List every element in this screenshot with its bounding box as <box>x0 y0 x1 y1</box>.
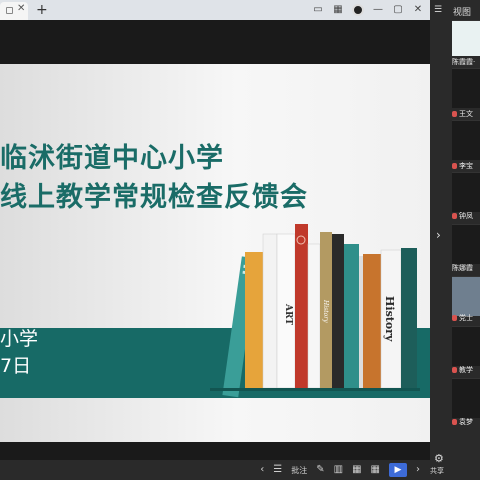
layout-icon[interactable]: ▭ <box>312 4 324 16</box>
new-tab-button[interactable]: + <box>36 2 48 18</box>
participant-tile[interactable] <box>452 20 480 56</box>
participant-name: 陈霞霞· <box>452 58 476 66</box>
participant-tile[interactable] <box>452 326 480 366</box>
maximize-icon[interactable]: ▢ <box>392 4 404 16</box>
book-spine <box>401 248 417 388</box>
annotate-button[interactable]: 批注 <box>291 465 307 476</box>
grid-view-icon[interactable]: ▦ <box>352 463 361 477</box>
book-spine <box>245 252 263 388</box>
participant-name: 袁梦 <box>452 416 480 428</box>
sidebar-header: ☰ 视图 <box>430 0 480 20</box>
close-tab-icon[interactable]: ✕ <box>17 3 25 14</box>
book-label-history: History <box>383 296 396 342</box>
grid-icon[interactable]: ▦ <box>332 4 344 16</box>
meeting-app: ✕ + ▭ ▦ — ▢ ✕ 临沭街道中心小学 线上教学常规检查反馈会 小学 7日 <box>0 0 480 480</box>
prev-page-button[interactable]: ‹ <box>260 463 264 477</box>
close-window-icon[interactable]: ✕ <box>412 4 424 16</box>
layout-view-icon[interactable]: ▥ <box>334 463 343 477</box>
book-spine <box>262 233 278 389</box>
mic-muted-icon <box>452 367 457 373</box>
book-spine <box>307 243 321 389</box>
participant-name: 教学 <box>452 364 480 376</box>
play-button[interactable]: ▶ <box>389 463 407 477</box>
participant-name: 王文 <box>452 108 480 120</box>
book-label-history-small: History <box>322 299 329 323</box>
next-page-button[interactable]: › <box>416 463 420 477</box>
participant-name: 陈娜霞 <box>452 264 473 272</box>
book-spine <box>363 254 381 388</box>
slide-school-text: 小学 <box>0 328 39 350</box>
participant-name: 李宝 <box>452 160 480 172</box>
mic-muted-icon <box>452 111 457 117</box>
participant-tile[interactable] <box>452 68 480 108</box>
book-spine <box>344 244 359 388</box>
menu-icon[interactable]: ☰ <box>434 5 442 15</box>
participant-tile[interactable] <box>452 378 480 418</box>
slide-date-text: 7日 <box>0 355 32 377</box>
book-label-art: ART <box>283 303 293 325</box>
participant-name: 钟凤 <box>452 210 480 222</box>
participant-name: 党士 <box>452 312 480 324</box>
slide-title-line1: 临沭街道中心小学 <box>0 143 224 174</box>
browser-tab-bar: ✕ + ▭ ▦ — ▢ ✕ <box>0 0 430 20</box>
book-spine <box>332 234 344 388</box>
view-button[interactable]: 视图 <box>453 5 471 18</box>
grid-view-icon-2[interactable]: ▦ <box>371 463 380 477</box>
tab-favicon-icon <box>6 7 13 14</box>
mic-muted-icon <box>452 315 457 321</box>
participant-video-tile[interactable] <box>452 276 480 316</box>
presentation-toolbar: ‹ ☰ 批注 ✎ ▥ ▦ ▦ ▶ › <box>0 460 430 480</box>
presentation-slide: 临沭街道中心小学 线上教学常规检查反馈会 小学 7日 ART History H… <box>0 64 430 442</box>
books-illustration: ART History History <box>210 224 420 398</box>
page-list-icon[interactable]: ☰ <box>273 463 282 477</box>
minimize-icon[interactable]: — <box>372 4 384 16</box>
mic-muted-icon <box>452 419 457 425</box>
user-avatar[interactable] <box>352 4 364 16</box>
collapse-sidebar-icon[interactable]: › <box>436 228 441 242</box>
settings-gear-icon[interactable]: ⚙ <box>434 452 444 465</box>
sidebar-bottom-label[interactable]: 共享 <box>430 466 444 476</box>
annotate-tools-icon[interactable]: ✎ <box>316 463 324 477</box>
participant-tile[interactable] <box>452 224 480 264</box>
browser-tab[interactable]: ✕ <box>0 2 28 20</box>
window-controls: ▭ ▦ — ▢ ✕ <box>312 3 424 17</box>
mic-muted-icon <box>452 213 457 219</box>
shared-screen-area: 临沭街道中心小学 线上教学常规检查反馈会 小学 7日 ART History H… <box>0 20 430 460</box>
mic-muted-icon <box>452 163 457 169</box>
participant-tile[interactable] <box>452 120 480 160</box>
participant-tile[interactable] <box>452 172 480 212</box>
book-spine <box>295 224 308 388</box>
